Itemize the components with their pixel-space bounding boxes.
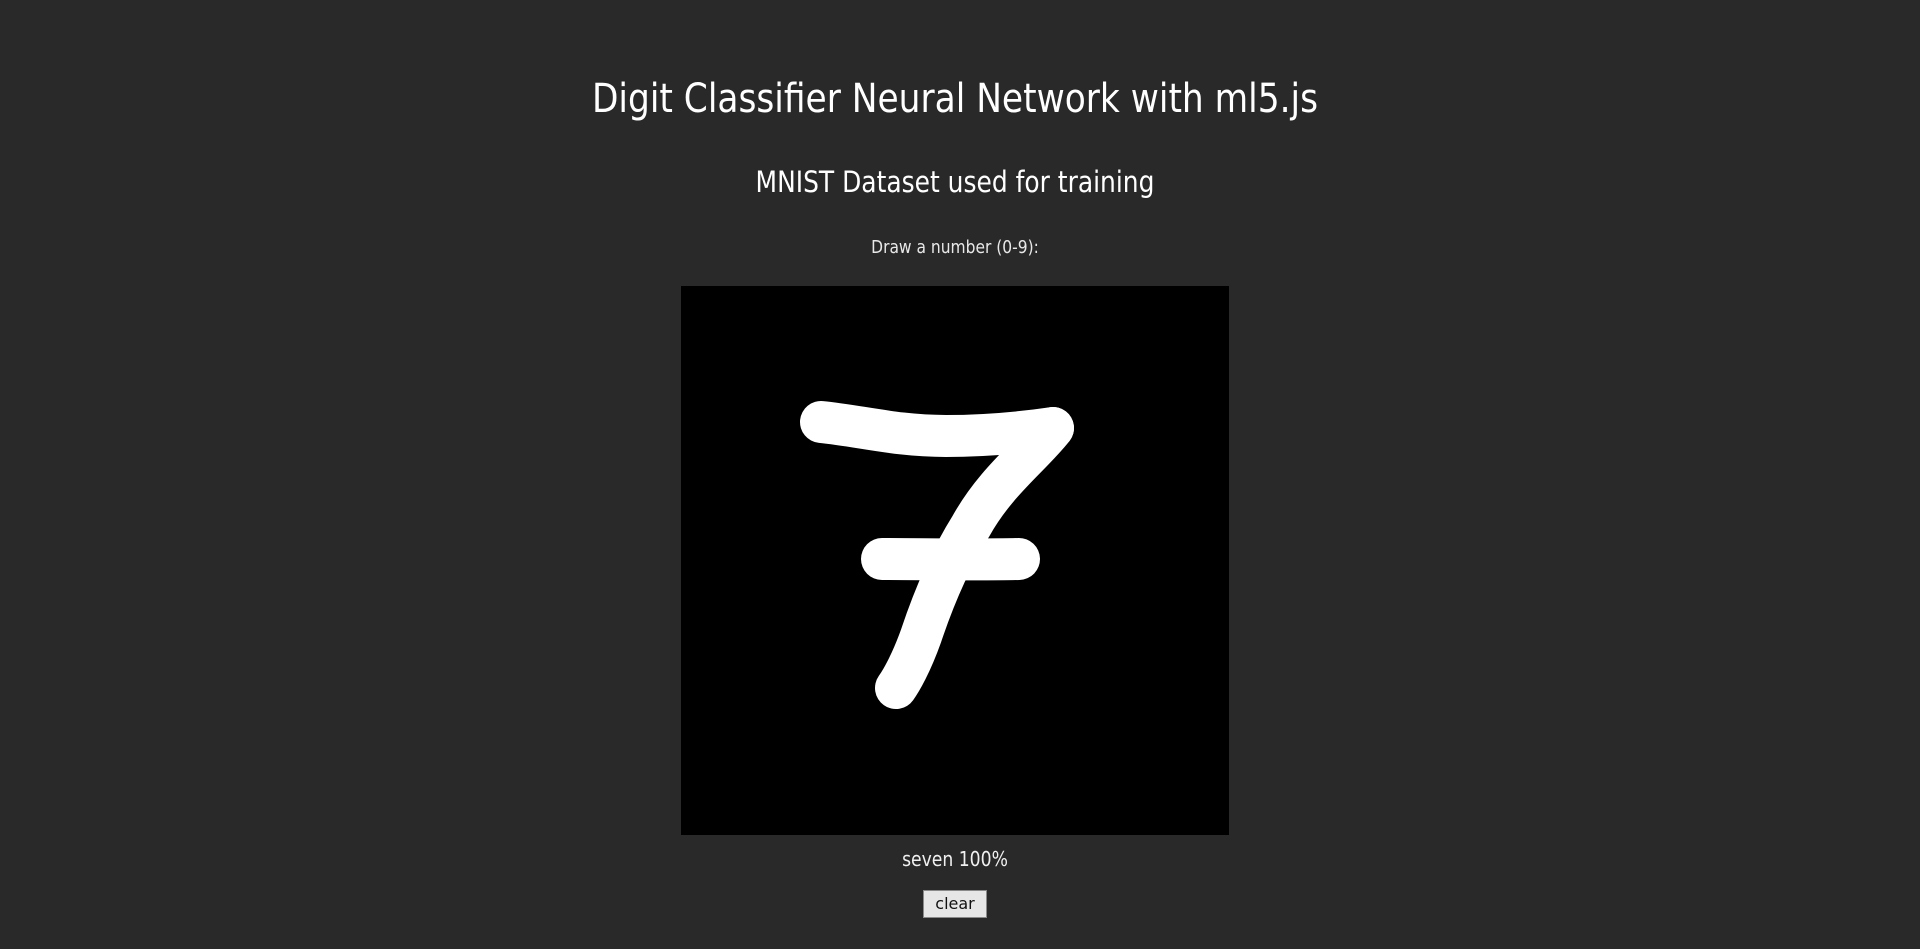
clear-button[interactable]: clear	[923, 890, 987, 918]
page-subtitle: MNIST Dataset used for training	[755, 165, 1155, 199]
page-title: Digit Classifier Neural Network with ml5…	[591, 76, 1319, 122]
digit-stroke-top	[800, 401, 1074, 457]
drawing-surface[interactable]	[681, 286, 1229, 835]
prediction-result: seven 100%	[902, 847, 1008, 871]
page: Digit Classifier Neural Network with ml5…	[0, 0, 1920, 949]
drawing-canvas[interactable]	[681, 286, 1229, 835]
draw-prompt: Draw a number (0-9):	[871, 237, 1039, 258]
